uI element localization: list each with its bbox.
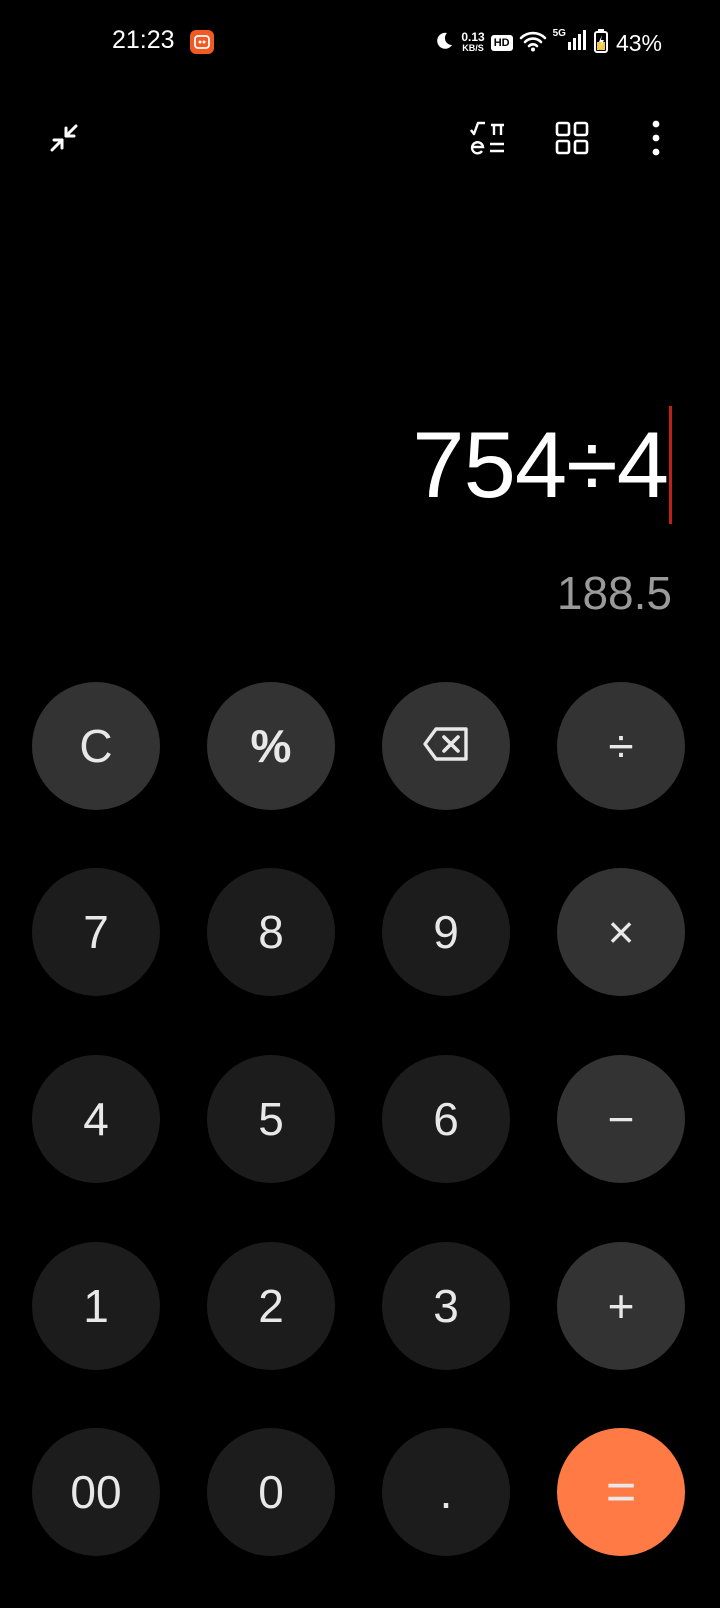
battery-charging-icon <box>593 28 608 58</box>
digit-4-button[interactable]: 4 <box>32 1055 160 1183</box>
app-notification-icon <box>190 30 214 54</box>
network-speed-value: 0.13 <box>461 30 485 44</box>
digit-6-button[interactable]: 6 <box>382 1055 510 1183</box>
digit-1-button[interactable]: 1 <box>32 1242 160 1370</box>
do-not-disturb-moon-icon <box>433 30 455 57</box>
minus-button[interactable]: − <box>557 1055 685 1183</box>
more-vertical-icon[interactable] <box>632 114 680 162</box>
hd-voice-badge: HD <box>490 35 513 51</box>
wifi-icon <box>519 30 547 57</box>
digit-5-button[interactable]: 5 <box>207 1055 335 1183</box>
digit-3-button[interactable]: 3 <box>382 1242 510 1370</box>
percent-button[interactable]: % <box>207 682 335 810</box>
network-speed-unit: KB/S <box>462 43 484 53</box>
digit-2-button[interactable]: 2 <box>207 1242 335 1370</box>
expression-display[interactable]: 754÷4 <box>412 405 672 525</box>
double-zero-button[interactable]: 00 <box>32 1428 160 1556</box>
cell-signal-icon <box>567 29 588 57</box>
text-cursor <box>669 406 672 524</box>
decimal-button[interactable]: . <box>382 1428 510 1556</box>
collapse-icon[interactable] <box>40 114 88 162</box>
plus-button[interactable]: + <box>557 1242 685 1370</box>
digit-8-button[interactable]: 8 <box>207 868 335 996</box>
network-type: 5G <box>552 28 566 39</box>
multiply-button[interactable]: × <box>557 868 685 996</box>
converter-grid-icon[interactable] <box>548 114 596 162</box>
digit-7-button[interactable]: 7 <box>32 868 160 996</box>
divide-button[interactable]: ÷ <box>557 682 685 810</box>
digit-9-button[interactable]: 9 <box>382 868 510 996</box>
status-time: 21:23 <box>112 26 175 54</box>
digit-0-button[interactable]: 0 <box>207 1428 335 1556</box>
scientific-mode-icon[interactable] <box>464 114 512 162</box>
status-indicators: 0.13 KB/S HD 5G 43% <box>433 28 662 58</box>
clear-button[interactable]: C <box>32 682 160 810</box>
network-speed: 0.13 KB/S <box>461 30 485 54</box>
battery-percent: 43% <box>615 29 662 56</box>
result-preview: 188.5 <box>556 567 672 619</box>
status-bar: 21:23 0.13 KB/S HD 5G 43% <box>0 0 720 86</box>
backspace-button[interactable] <box>382 682 510 810</box>
equals-button[interactable]: = <box>557 1428 685 1556</box>
expression-text: 754÷4 <box>412 412 669 517</box>
backspace-icon <box>422 719 470 773</box>
